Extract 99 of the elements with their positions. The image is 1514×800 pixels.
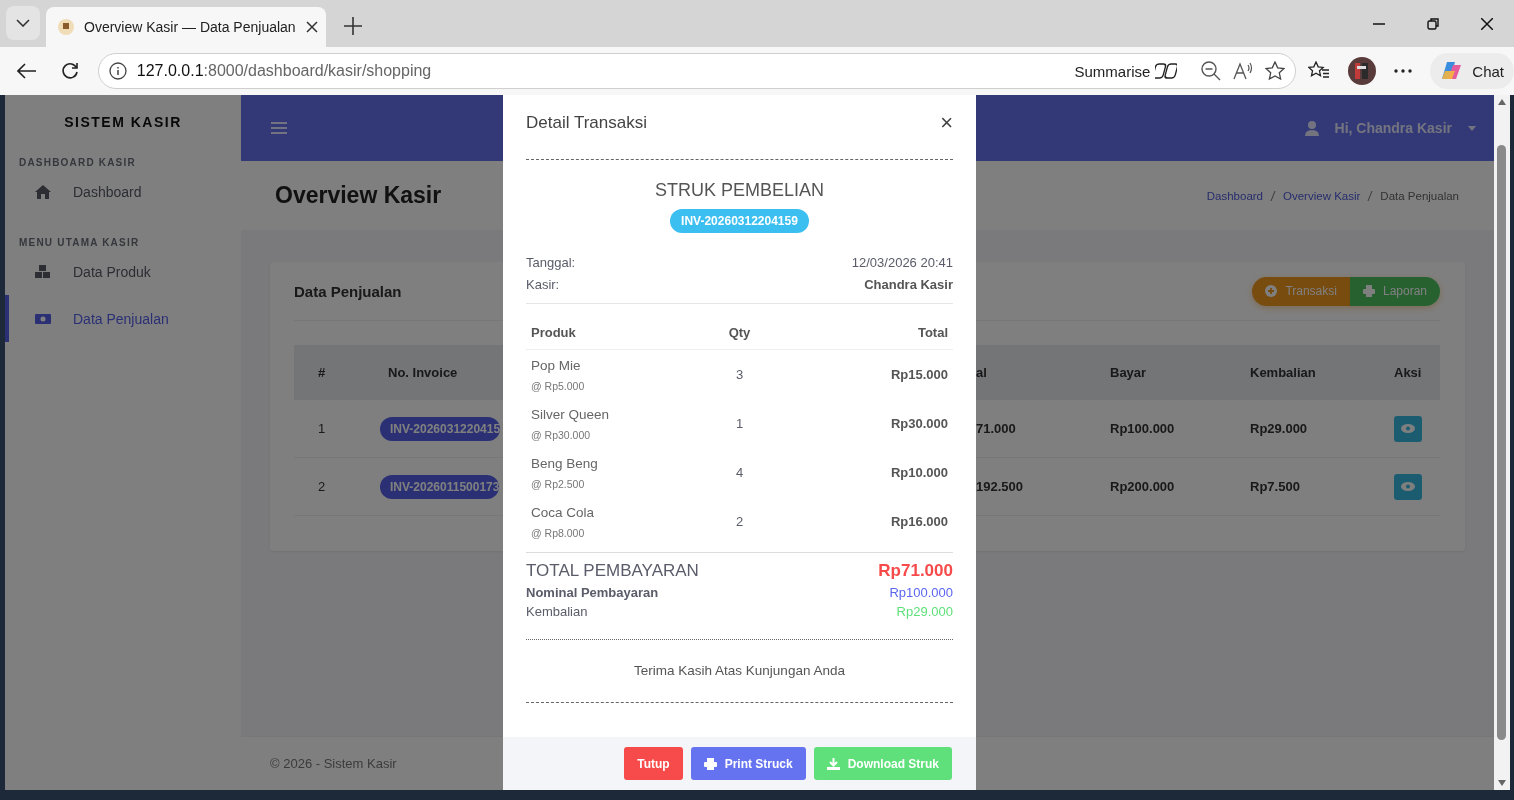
profile-avatar-icon[interactable]	[1348, 57, 1377, 85]
info-icon	[108, 62, 127, 80]
chat-button[interactable]: Chat	[1430, 53, 1514, 89]
home-icon	[35, 183, 51, 200]
table-cell-text: Rp30.000	[889, 415, 949, 433]
breadcrumb-current: Data Penjualan	[1380, 189, 1459, 202]
meta-value: Chandra Kasir	[864, 277, 953, 292]
summary-value: Rp100.000	[889, 585, 953, 600]
summary-value: Rp71.000	[878, 561, 953, 581]
tab-title: Overview Kasir — Data Penjualan	[84, 19, 296, 35]
table-cell-text: Rp16.000	[889, 513, 949, 531]
browser-tab[interactable]: Overview Kasir — Data Penjualan	[46, 7, 326, 47]
column-header: #	[294, 345, 374, 400]
add-transaction-button[interactable]: Transaksi	[1252, 276, 1350, 306]
page-title: Overview Kasir	[275, 182, 442, 209]
meta-label: Kasir:	[526, 277, 560, 292]
user-menu[interactable]: Hi, Chandra Kasir	[1304, 120, 1476, 136]
tab-list-button[interactable]	[6, 6, 40, 40]
receipt-title: STRUK PEMBELIAN	[653, 180, 825, 201]
column-header: Qty	[704, 316, 775, 350]
breadcrumb-link[interactable]: Overview Kasir	[1283, 189, 1361, 202]
print-button[interactable]: Print Struck	[690, 747, 806, 780]
url-text: 127.0.0.1:8000/dashboard/kasir/shopping	[136, 62, 432, 80]
summary-value: Rp29.000	[896, 604, 953, 619]
close-icon[interactable]	[305, 21, 318, 33]
column-header: Produk	[526, 316, 705, 350]
report-button[interactable]: Laporan	[1349, 276, 1440, 306]
restore-icon	[1427, 17, 1439, 30]
table-cell-text: 3	[734, 366, 745, 384]
column-header: Kembalian	[1236, 345, 1376, 400]
reload-icon	[60, 62, 79, 80]
sidebar-heading: DASHBOARD KASIR	[18, 156, 137, 168]
product-name: Coca Cola	[531, 504, 595, 520]
close-button[interactable]: ×	[940, 112, 953, 134]
invoice-badge: INV-20260312204159	[670, 209, 809, 233]
unit-price: @ Rp8.000	[531, 526, 585, 539]
breadcrumb-link[interactable]: Dashboard	[1206, 189, 1263, 202]
table-cell-text: 2	[734, 513, 745, 531]
back-arrow-icon	[16, 63, 37, 79]
meta-value: 12/03/2026 20:41	[851, 255, 953, 270]
table-cell: Rp29.000	[1236, 400, 1376, 458]
new-tab-button[interactable]	[344, 17, 362, 35]
scroll-up-icon[interactable]	[1498, 99, 1506, 105]
star-icon[interactable]	[1265, 61, 1286, 81]
scrollbar-thumb[interactable]	[1497, 145, 1506, 740]
brand-title: SISTEM KASIR	[63, 113, 183, 132]
read-aloud-icon[interactable]	[1233, 61, 1254, 81]
download-icon	[826, 757, 840, 770]
column-header: Bayar	[1096, 345, 1236, 400]
summarise-button[interactable]: Summarise	[1074, 61, 1178, 81]
table-cell: Rp200.000	[1096, 458, 1236, 516]
product-name: Beng Beng	[531, 455, 598, 471]
modal-title: Detail Transaksi	[526, 113, 647, 133]
column-header: al	[976, 345, 1096, 400]
table-cell-text: Rp10.000	[889, 464, 949, 482]
product-name: Silver Queen	[531, 406, 610, 422]
separator-icon	[1367, 189, 1374, 202]
table-cell: 2	[294, 458, 374, 516]
card-title: Data Penjualan	[294, 282, 402, 300]
table-cell-text: 1	[734, 415, 745, 433]
meta-label: Tanggal:	[526, 255, 576, 270]
favicon-icon	[58, 19, 74, 35]
product-name: Pop Mie	[531, 357, 581, 373]
unit-price: @ Rp30.000	[531, 428, 591, 441]
chevron-down-icon	[16, 19, 30, 27]
boxes-icon	[35, 263, 51, 280]
close-button[interactable]: Tutup	[624, 747, 683, 780]
table-cell: Rp7.500	[1236, 458, 1376, 516]
eye-icon	[1401, 424, 1415, 433]
zoom-out-icon[interactable]	[1201, 61, 1222, 81]
unit-price: @ Rp2.500	[531, 477, 585, 490]
summary-label: Kembalian	[526, 604, 588, 619]
summary-label: Nominal Pembayaran	[526, 585, 659, 600]
column-header: Total	[774, 316, 953, 350]
invoice-badge: INV-2026011500173	[380, 474, 500, 499]
summary-label: TOTAL PEMBAYARAN	[526, 561, 699, 581]
column-header: Aksi	[1376, 345, 1440, 400]
unit-price: @ Rp5.000	[531, 379, 585, 392]
separator-icon	[1270, 189, 1276, 202]
sidebar-item[interactable]: Data Produk	[5, 248, 241, 295]
thank-you-text: Terima Kasih Atas Kunjungan Anda	[633, 662, 846, 680]
more-icon[interactable]	[1394, 69, 1413, 73]
table-cell-text: Rp15.000	[889, 366, 949, 384]
invoice-badge: INV-2026031220415	[380, 416, 501, 441]
sidebar-item[interactable]: Dashboard	[5, 168, 241, 215]
user-icon	[1304, 120, 1319, 136]
caret-down-icon	[1468, 125, 1476, 131]
table-cell: Rp100.000	[1096, 400, 1236, 458]
table-cell-text: 4	[734, 464, 745, 482]
plus-circle-icon	[1265, 285, 1278, 297]
close-icon	[1481, 17, 1493, 30]
scrollbar[interactable]	[1494, 95, 1510, 790]
plus-icon	[344, 17, 362, 35]
table-cell: 1	[294, 400, 374, 458]
eye-icon	[1401, 482, 1415, 491]
scroll-down-icon[interactable]	[1498, 780, 1506, 786]
sidebar-heading: MENU UTAMA KASIR	[18, 236, 141, 248]
favorites-icon[interactable]	[1308, 61, 1331, 81]
address-bar[interactable]: 127.0.0.1:8000/dashboard/kasir/shopping Summarise	[97, 53, 1297, 89]
